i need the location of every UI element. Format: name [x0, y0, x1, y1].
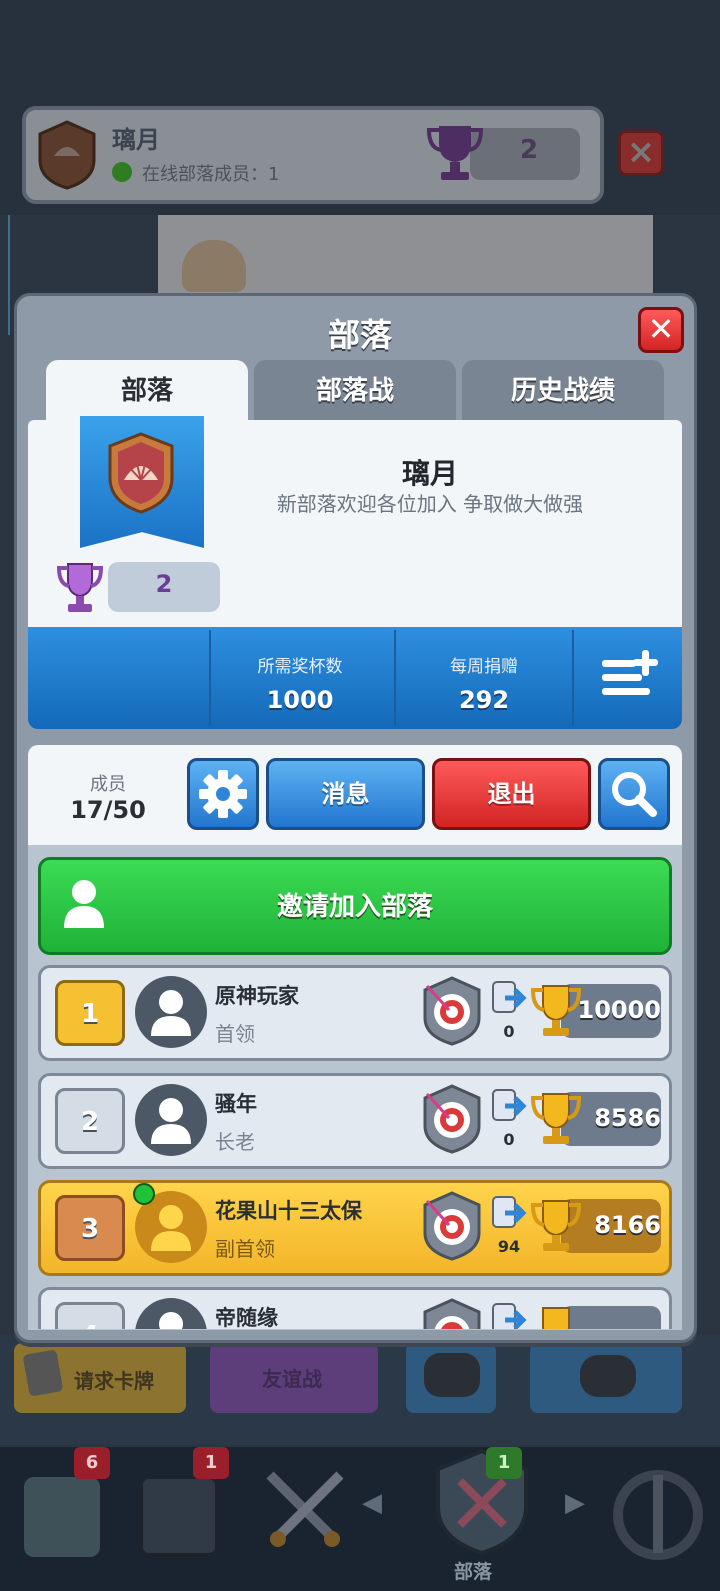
weekly-donations-label: 每周捐赠 [450, 657, 518, 677]
member-name: 花果山十三太保 [215, 1199, 362, 1223]
background-clan-name: 璃月 [112, 126, 160, 154]
member-row[interactable]: 2 骚年 长老 0 8586 [38, 1073, 672, 1169]
online-status-icon [133, 1183, 155, 1205]
message-button[interactable]: 消息 [266, 758, 425, 830]
tab-clan-war[interactable]: 部落战 [254, 360, 456, 422]
clan-war-target-icon [423, 1191, 481, 1261]
crossed-swords-icon [266, 1471, 344, 1547]
gear-icon [199, 770, 247, 818]
donation-icon [492, 981, 527, 1013]
member-row[interactable]: 4 帝随缘 [38, 1287, 672, 1329]
person-icon [151, 1098, 191, 1144]
clan-trophy-count: 2 [155, 570, 173, 598]
clan-name: 璃月 [401, 457, 458, 490]
friendly-battle-button[interactable]: 友谊战 [210, 1343, 378, 1413]
avatar [135, 1298, 207, 1329]
member-role: 副首领 [215, 1237, 275, 1261]
person-icon [151, 990, 191, 1036]
background-close-button[interactable]: × [618, 130, 664, 176]
tab-clan[interactable]: 部落 [46, 360, 248, 422]
member-rank: 2 [55, 1088, 125, 1154]
friendly-battle-label: 友谊战 [262, 1367, 322, 1391]
close-icon: × [626, 132, 656, 172]
emote-cow-icon [182, 240, 246, 292]
nav-events[interactable] [600, 1447, 720, 1591]
avatar [135, 1084, 207, 1156]
cards-notification-badge: 1 [193, 1447, 229, 1479]
nav-right-arrow-icon[interactable]: ▶ [565, 1488, 585, 1518]
nav-clan[interactable]: 1 部落 [420, 1447, 550, 1591]
nav-clan-label: 部落 [454, 1561, 493, 1583]
shop-notification-badge: 6 [74, 1447, 110, 1479]
members-label: 成员 [90, 774, 126, 795]
member-rank: 3 [55, 1195, 125, 1261]
clan-war-target-icon [423, 976, 481, 1046]
donation-icon [492, 1303, 527, 1329]
member-donations: 0 [503, 1022, 515, 1041]
search-button[interactable] [598, 758, 670, 830]
member-rank: 4 [55, 1302, 125, 1329]
cards-icon [139, 1475, 219, 1557]
member-row-self[interactable]: 3 花果山十三太保 副首领 94 8166 [38, 1180, 672, 1276]
member-role: 首领 [215, 1022, 255, 1046]
required-trophies-label: 所需奖杯数 [257, 657, 343, 677]
member-trophies: 10000 [577, 996, 662, 1024]
clan-add-list-icon[interactable] [598, 650, 662, 700]
member-row[interactable]: 1 原神玩家 首领 0 10000 [38, 965, 672, 1061]
member-name: 帝随缘 [215, 1306, 278, 1329]
clan-notification-badge: 1 [486, 1447, 522, 1479]
settings-button[interactable] [187, 758, 259, 830]
laurel-sword-icon [613, 1470, 703, 1560]
member-trophies: 8166 [594, 1211, 661, 1239]
close-icon: ✕ [647, 310, 675, 348]
member-trophies: 8586 [594, 1104, 661, 1132]
member-name: 原神玩家 [215, 984, 299, 1008]
background-trophy-value: 2 [520, 135, 539, 165]
weekly-donations-value: 292 [458, 686, 510, 714]
exit-clan-button[interactable]: 退出 [432, 758, 591, 830]
member-donations: 94 [497, 1237, 521, 1256]
clan-war-target-icon [423, 1298, 481, 1329]
person-icon [159, 1312, 183, 1329]
member-rank: 1 [55, 980, 125, 1046]
donation-icon [492, 1089, 527, 1121]
modal-close-button[interactable]: ✕ [638, 307, 684, 353]
request-cards-label: 请求卡牌 [74, 1369, 154, 1393]
list-clip: 4 帝随缘 [0, 1287, 720, 1329]
tab-history[interactable]: 历史战绩 [462, 360, 664, 422]
member-name: 骚年 [215, 1092, 257, 1116]
modal-title: 部落 [327, 316, 392, 354]
clan-badge-icon [38, 120, 96, 190]
emote-face-icon [424, 1353, 480, 1397]
trophy-icon [426, 126, 484, 180]
members-count: 17/50 [70, 796, 146, 824]
nav-battle[interactable] [250, 1447, 360, 1591]
trophy-icon [56, 563, 104, 612]
clan-description: 新部落欢迎各位加入 争取做大做强 [276, 492, 584, 516]
search-icon [612, 772, 657, 817]
avatar [135, 976, 207, 1048]
member-donations: 0 [503, 1130, 515, 1149]
member-role: 长老 [215, 1130, 255, 1154]
chat-bubble-icon [580, 1355, 636, 1397]
chest-icon [24, 1477, 100, 1557]
required-trophies-value: 1000 [266, 686, 334, 714]
clan-war-target-icon [423, 1084, 481, 1154]
nav-shop[interactable]: 6 [0, 1447, 120, 1591]
nav-left-arrow-icon[interactable]: ◀ [362, 1488, 382, 1518]
online-indicator-icon [112, 162, 132, 182]
donation-icon [492, 1196, 527, 1228]
background-online-count: 在线部落成员：1 [142, 164, 280, 185]
card-icon [22, 1349, 64, 1397]
trophy-icon [542, 1307, 570, 1329]
invite-to-clan-label: 邀请加入部落 [276, 892, 433, 922]
nav-cards[interactable]: 1 [125, 1447, 245, 1591]
